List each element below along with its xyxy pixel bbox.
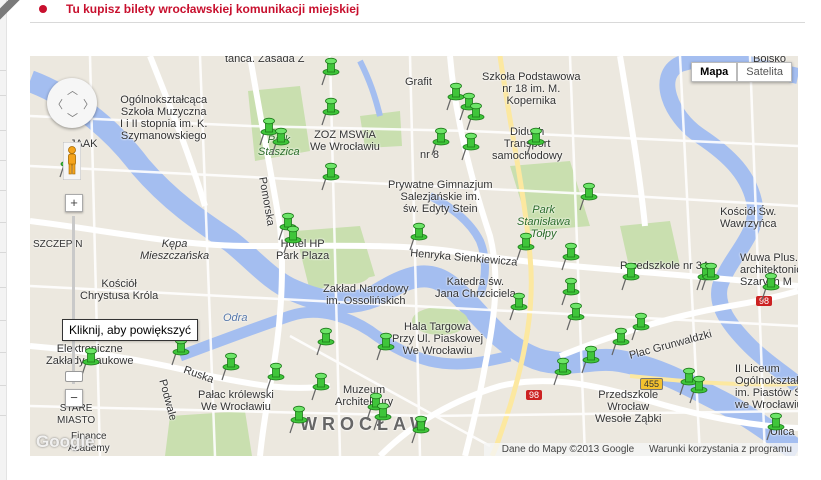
left-gutter (0, 0, 7, 480)
attribution-data: Dane do Mapy ©2013 Google (501, 444, 635, 455)
zoom-tooltip: Kliknij, aby powiększyć (62, 319, 199, 341)
zoom-slider-track[interactable] (72, 216, 75, 384)
pan-control[interactable]: ︿ ﹀ 〈 〉 (47, 78, 97, 128)
pan-up-icon[interactable]: ︿ (67, 82, 78, 98)
corner-ribbon (0, 0, 22, 22)
label-wroclaw: WROCŁAW (300, 414, 432, 434)
label-park-tolpy: Park Stanisława Tołpy (517, 204, 571, 240)
section-title: Tu kupisz bilety wrocławskiej komunikacj… (66, 2, 360, 16)
label-liceum: II Liceum Ogólnokształcące im. Piastów Ś… (735, 363, 798, 411)
label-hala-targowa: Hala Targowa Przy Ul. Piaskowej We Wrocł… (392, 321, 484, 357)
attribution-terms-link[interactable]: Warunki korzystania z programu (649, 444, 792, 455)
label-kepa: Kępa Mieszczańska (140, 238, 210, 262)
label-szczepin: SZCZEPIN (33, 239, 83, 250)
label-kosciol-krola: Kościół Chrystusa Króla (80, 278, 159, 302)
road-shield-455: 455 (640, 378, 664, 390)
label-odra: Odra (223, 312, 248, 324)
road-shield-98: 98 (756, 296, 773, 306)
google-logo: Google (36, 432, 95, 451)
label-przedszkole-34: Przedszkole nr 34 (620, 260, 709, 272)
bullet-icon (39, 5, 47, 13)
label-palac: Pałac królewski We Wrocławiu (198, 389, 274, 413)
label-elektroniczne: Elektroniczne Zakłady Naukowe (46, 343, 134, 367)
pan-left-icon[interactable]: 〈 (52, 96, 63, 112)
label-katedra: Katedra św. Jana Chrzciciela (435, 276, 516, 300)
map-type-satellite-button[interactable]: Satelita (737, 62, 792, 82)
road-shield-98-south: 98 (526, 390, 543, 400)
label-zoz: ZOZ MSWiA We Wrocławiu (310, 129, 380, 153)
map-attribution: Dane do Mapy ©2013 Google Warunki korzys… (483, 443, 798, 456)
label-szkola-muzyczna: Ogólnokształcąca Szkoła Muzyczna I i II … (120, 94, 208, 142)
pan-down-icon[interactable]: ﹀ (67, 110, 78, 126)
zoom-slider-handle[interactable] (65, 371, 83, 382)
label-park-staszica: Park Staszica (258, 134, 300, 158)
label-ulica: Ulica (770, 426, 795, 438)
map-type-control: Mapa Satelita (691, 62, 792, 82)
label-kosciol-wawrzynca: Kościół Św. Wawrzyńca (720, 206, 777, 230)
label-szkola-podstawowa: Szkoła Podstawowa nr 18 im. M. Kopernika (482, 71, 581, 107)
map-type-map-button[interactable]: Mapa (691, 62, 738, 82)
pan-right-icon[interactable]: 〉 (83, 96, 94, 112)
pegman-icon[interactable] (63, 142, 81, 180)
section-header: Tu kupisz bilety wrocławskiej komunikacj… (30, 0, 805, 23)
zoom-in-button[interactable]: + (65, 194, 83, 212)
label-ossolinskich: Zakład Narodowy im. Ossolińskich (323, 283, 409, 307)
label-zasada: tańca. Zasada Z (225, 56, 305, 65)
label-hotel-hp: Hotel HP Park Plaza (276, 238, 330, 262)
label-nr8: nr 8 (420, 149, 439, 161)
label-grafit: Grafit (405, 76, 432, 88)
google-map[interactable]: tańca. Zasada Z Grafit Szkoła Podstawowa… (30, 56, 798, 456)
label-wuwa: Wuwa Plus. S architektonic Szarych M (740, 252, 798, 288)
label-gimnazjum: Prywatne Gimnazjum Salezjańskie im. św. … (388, 179, 493, 215)
label-muzeum: Muzeum Architektury (335, 384, 394, 408)
zoom-out-button[interactable]: − (65, 389, 83, 407)
label-diduch: Diduch Transport samochodowy (492, 126, 563, 162)
label-przedszkole-zabki: Przedszkole Wrocław Wesołe Ząbki (595, 389, 662, 425)
